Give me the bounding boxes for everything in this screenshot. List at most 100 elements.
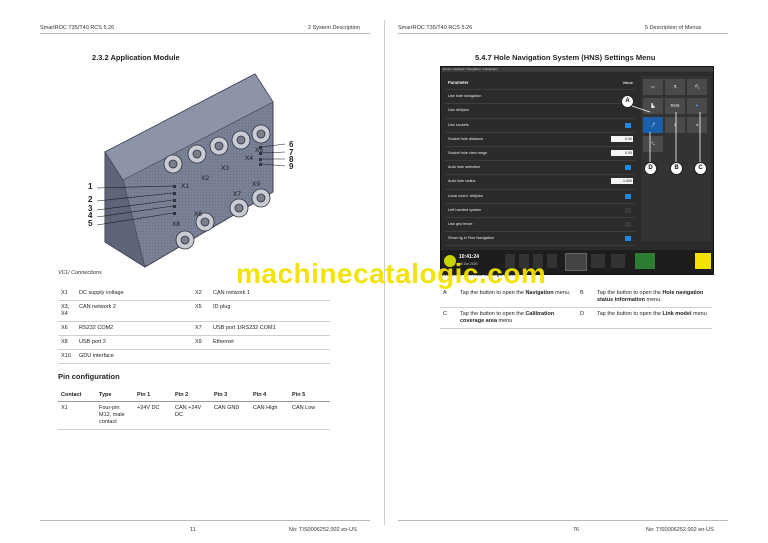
table-row: X10 GDU interface	[58, 349, 330, 364]
col-header: Pin 1	[134, 389, 172, 402]
flask-icon[interactable]: ⚗	[665, 79, 685, 95]
cell: X2	[192, 287, 210, 301]
parameter-row[interactable]: Show rig in Fine Navigation	[445, 232, 635, 247]
watermark: machinecatalogic.com	[236, 258, 547, 289]
cell: X9	[192, 335, 210, 350]
parameter-row[interactable]: Use hole navigation	[445, 90, 635, 105]
parameter-row[interactable]: Socket hole distance 0.00	[445, 133, 635, 147]
left-footer-rule	[40, 520, 370, 521]
callout-leaders	[631, 105, 701, 162]
parameter-row[interactable]: Use drillplan	[445, 104, 635, 119]
cell: X1	[58, 401, 96, 430]
connections-table: X1 DC supply voltage X2 CAN network 1 X3…	[58, 287, 330, 364]
parameter-label: Socket hole view range	[448, 150, 488, 155]
left-header-product: SmartROC T35/T40 RCS 5.26	[40, 25, 115, 31]
cell: Tap the button to open the Hole navigati…	[594, 287, 712, 308]
cell: X8	[58, 335, 76, 350]
right-header-rule	[398, 33, 728, 34]
vcu-module-illustration: X1 X2 X3 X4 X5 X6 X7 X8 X9	[96, 73, 286, 268]
parameter-label: Use drillplan	[448, 108, 469, 113]
hns-description-table: A Tap the button to open the Navigation …	[440, 287, 712, 329]
cell: DC supply voltage	[76, 287, 192, 301]
left-section-title: 2.3.2 Application Module	[92, 53, 180, 62]
mode-icon[interactable]	[635, 253, 655, 269]
cell: ID plug	[210, 300, 330, 322]
parameter-label: Use hole navigation	[448, 94, 482, 99]
cell: X1	[58, 287, 76, 301]
label-x2: X2	[201, 175, 209, 182]
left-figure-caption: VCU Connections	[58, 270, 102, 276]
col-value: Value	[622, 80, 633, 85]
table-row: C Tap the button to open the Calibration…	[440, 307, 712, 329]
pin-config-title: Pin configuration	[58, 372, 120, 381]
left-header-rule	[40, 33, 370, 34]
right-header-product: SmartROC T35/T40 RCS 5.26	[398, 25, 473, 31]
cell: +24V DC	[134, 401, 172, 430]
pin-table: Contact Type Pin 1 Pin 2 Pin 3 Pin 4 Pin…	[58, 389, 330, 430]
parameter-checkbox[interactable]	[625, 236, 631, 242]
label-x6: X6	[194, 211, 202, 218]
parameter-checkbox[interactable]	[625, 193, 631, 199]
cell	[192, 349, 210, 364]
cell: USB port 2	[76, 335, 192, 350]
parameter-row[interactable]: Auto hole radius 1.000	[445, 175, 635, 190]
cell: X10	[58, 349, 76, 364]
parameter-row[interactable]: Local coord. drillplan	[445, 190, 635, 204]
table-row: X3, X4 CAN network 2 X5 ID plug	[58, 300, 330, 322]
parameter-label: Auto hole radius	[448, 179, 476, 184]
parameter-checkbox[interactable]	[625, 221, 631, 227]
exit-icon[interactable]	[695, 253, 711, 269]
callout-1: 1	[88, 182, 93, 191]
right-doc-number: No: TIS0006252.002 en-US	[646, 527, 714, 533]
parameter-label: Local coord. drillplan	[448, 193, 483, 198]
col-header: Pin 2	[172, 389, 211, 402]
cell: USB port 1/RS232 COM1	[210, 321, 330, 336]
left-doc-number: No: TIS0006252.002 en-US	[289, 527, 357, 533]
left-header-chapter: 2 System Description	[308, 25, 360, 31]
map-icon[interactable]: ▭	[643, 79, 663, 95]
parameter-label: Use sockets	[448, 122, 469, 127]
callout-5: 5	[88, 219, 93, 228]
parameter-row[interactable]: Socket hole view range 0.00	[445, 147, 635, 162]
right-header-chapter: 5 Description of Menus	[645, 25, 702, 31]
col-parameter: Parameter	[448, 80, 469, 85]
cell: X7	[192, 321, 210, 336]
label-x3: X3	[221, 165, 229, 172]
col-header: Contact	[58, 389, 96, 402]
parameter-label: Use geo fence	[448, 221, 473, 226]
parameter-row[interactable]: Use geo fence	[445, 218, 635, 233]
right-section-title: 5.4.7 Hole Navigation System (HNS) Setti…	[475, 53, 656, 62]
right-page-number: 76	[573, 527, 580, 533]
parameter-row[interactable]: Use sockets	[445, 119, 635, 133]
grid-icon[interactable]	[565, 253, 587, 271]
cell: D	[577, 307, 594, 329]
pages-icon[interactable]	[547, 254, 557, 268]
callout-9: 9	[289, 162, 294, 171]
parameter-row[interactable]: Auto hole selection	[445, 161, 635, 176]
label-x8: X8	[172, 221, 180, 228]
parameter-value-input[interactable]: 1.000	[611, 178, 633, 185]
table-header-row: Contact Type Pin 1 Pin 2 Pin 3 Pin 4 Pin…	[58, 389, 330, 402]
cell: CAN network 2	[76, 300, 192, 322]
cell: B	[577, 287, 594, 308]
box-icon[interactable]	[591, 254, 605, 268]
right-footer-rule	[398, 520, 728, 521]
table-row: A Tap the button to open the Navigation …	[440, 287, 712, 308]
cell: X5	[192, 300, 210, 322]
parameter-row[interactable]: Left handed system	[445, 204, 635, 218]
cell: CAN +24V DC	[172, 401, 211, 430]
rig-icon[interactable]: ⛏	[687, 79, 707, 95]
col-header: Pin 4	[250, 389, 289, 402]
parameter-checkbox[interactable]	[625, 165, 631, 171]
parameter-checkbox[interactable]	[625, 207, 631, 213]
cell: Tap the button to open the Link model me…	[594, 307, 712, 329]
table-row: X1 Four-pin M12, male contact +24V DC CA…	[58, 401, 330, 430]
table-row: X8 USB port 2 X9 Ethernet	[58, 335, 330, 350]
screen-breadcrumb: Home / Settings / Navigation / Navigatio…	[441, 67, 713, 72]
label-x9: X9	[252, 181, 260, 188]
cell	[210, 349, 330, 364]
cell: X6	[58, 321, 76, 336]
parameter-label: Socket hole distance	[448, 136, 484, 141]
link-icon[interactable]	[611, 254, 625, 268]
label-x4: X4	[245, 155, 253, 162]
